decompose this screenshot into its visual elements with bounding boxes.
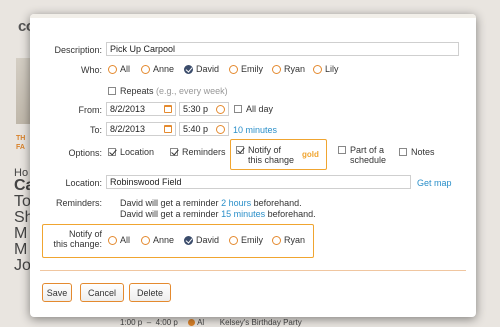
location-label: Location:	[65, 178, 102, 188]
notify-option-anne[interactable]: Anne	[141, 235, 174, 245]
notify-option-emily[interactable]: Emily	[229, 235, 263, 245]
checkbox-box[interactable]	[399, 148, 407, 156]
who-option-david[interactable]: David	[184, 64, 219, 74]
clock-icon[interactable]	[216, 105, 225, 114]
gold-badge: gold	[302, 150, 319, 159]
checkbox-checked-icon[interactable]	[236, 146, 244, 154]
reminder-2-time-link[interactable]: 15 minutes	[221, 209, 265, 219]
background-orange-text: TH	[16, 135, 26, 142]
repeats-checkbox-box[interactable]	[108, 87, 116, 95]
from-date-input[interactable]: 8/2/2013	[106, 102, 176, 116]
description-input[interactable]: Pick Up Carpool	[106, 42, 459, 56]
background-thumbnail	[16, 58, 30, 124]
calendar-icon[interactable]	[164, 125, 172, 133]
clock-icon[interactable]	[216, 125, 225, 134]
dialog-divider	[40, 270, 466, 271]
who-option-anne[interactable]: Anne	[141, 64, 174, 74]
who-option-lily[interactable]: Lily	[313, 64, 339, 74]
selected-check-icon	[184, 64, 193, 74]
get-map-link[interactable]: Get map	[417, 178, 452, 188]
reminder-line-1: David will get a reminder 2 hours before…	[120, 198, 302, 208]
all-day-checkbox[interactable]: All day	[234, 104, 273, 114]
who-label: Who:	[80, 65, 102, 75]
from-label: From:	[78, 105, 103, 115]
who-option-ryan[interactable]: Ryan	[272, 64, 305, 74]
who-option-all[interactable]: All	[108, 64, 130, 74]
checkbox-checked-icon[interactable]	[108, 148, 116, 156]
save-button[interactable]: Save	[42, 283, 72, 302]
event-time-to: 4:00 p	[155, 318, 178, 327]
to-label: To:	[89, 125, 102, 135]
from-time-input[interactable]: 5:30 p	[179, 102, 229, 116]
who-option-emily[interactable]: Emily	[229, 64, 263, 74]
notify-option-all[interactable]: All	[108, 235, 130, 245]
notify-option-david[interactable]: David	[184, 235, 219, 245]
repeats-checkbox[interactable]: Repeats (e.g., every week)	[108, 86, 228, 96]
event-edit-dialog: Description: Pick Up Carpool Who: All An…	[30, 14, 476, 317]
event-title: Kelsey's Birthday Party	[219, 318, 302, 327]
option-location-checkbox[interactable]: Location	[108, 147, 154, 157]
reminder-line-2: David will get a reminder 15 minutes bef…	[120, 209, 316, 219]
cancel-button[interactable]: Cancel	[80, 283, 124, 302]
delete-button[interactable]: Delete	[129, 283, 171, 302]
dialog-top-bar	[30, 14, 476, 18]
to-time-input[interactable]: 5:40 p	[179, 122, 229, 136]
selected-check-icon	[184, 235, 193, 245]
options-label: Options:	[68, 148, 102, 158]
option-notes-checkbox[interactable]: Notes	[399, 147, 435, 157]
calendar-icon[interactable]	[164, 105, 172, 113]
notify-option-ryan[interactable]: Ryan	[272, 235, 305, 245]
to-date-input[interactable]: 8/2/2013	[106, 122, 176, 136]
person-dot-icon	[188, 319, 196, 327]
option-schedule-checkbox[interactable]: Part of a schedule	[338, 145, 386, 165]
all-day-checkbox-box[interactable]	[234, 105, 242, 113]
event-time-from: 1:00 p	[120, 318, 143, 327]
location-input[interactable]: Robinswood Field	[106, 175, 411, 189]
option-reminders-checkbox[interactable]: Reminders	[170, 147, 226, 157]
background-event-row: 1:00 p – 4:00 p Al Kelsey's Birthday Par…	[120, 318, 302, 327]
option-notify-checkbox[interactable]: Notify of this change	[236, 145, 294, 165]
notify-label: Notify of this change:	[53, 229, 102, 249]
event-person: Al	[197, 318, 205, 327]
checkbox-checked-icon[interactable]	[170, 148, 178, 156]
reminder-1-time-link[interactable]: 2 hours	[221, 198, 251, 208]
description-label: Description:	[54, 45, 102, 55]
checkbox-box[interactable]	[338, 146, 346, 154]
duration-link[interactable]: 10 minutes	[233, 125, 277, 135]
reminders-label: Reminders:	[55, 198, 102, 208]
background-orange-text: FA	[16, 144, 25, 151]
